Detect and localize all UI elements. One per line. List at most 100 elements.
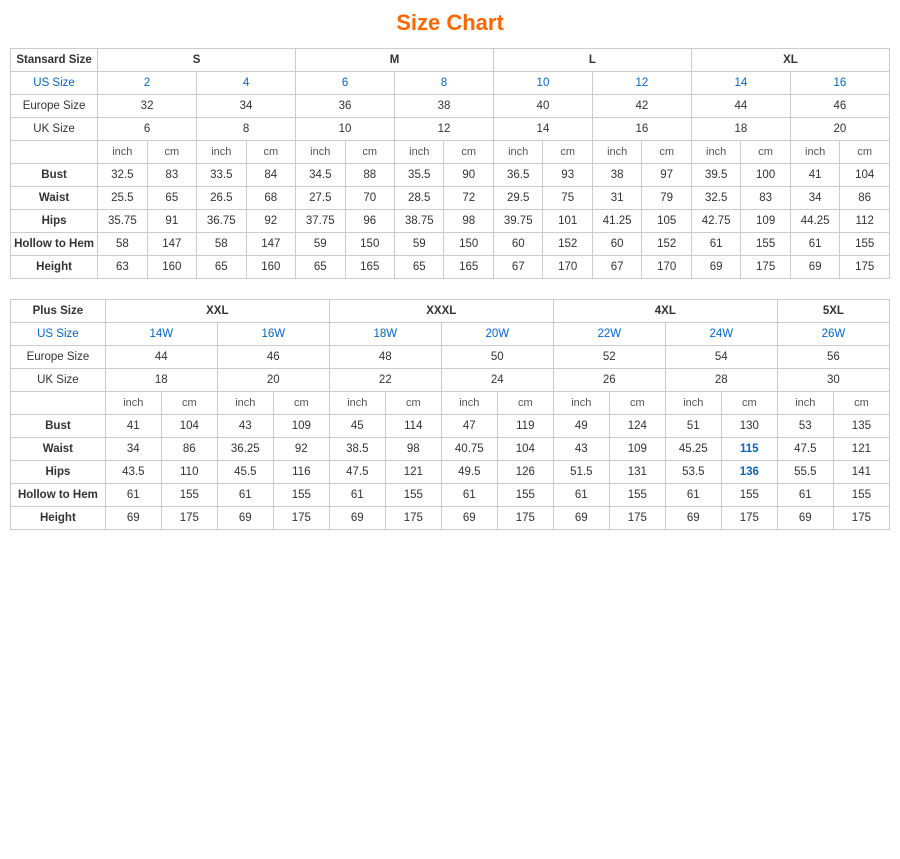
us-26w: 26W: [777, 323, 889, 346]
hollow-row-standard: Hollow to Hem 5814758147 5915059150 6015…: [11, 233, 890, 256]
plus-hips-row: Hips 43.511045.5116 47.512149.5126 51.51…: [11, 461, 890, 484]
unit-cm-7: cm: [741, 141, 790, 164]
standard-size-table: Stansard Size S M L XL US Size 2 4 6 8 1…: [10, 48, 890, 279]
plus-us-size-row: US Size 14W 16W 18W 20W 22W 24W 26W: [11, 323, 890, 346]
us-22w: 22W: [553, 323, 665, 346]
uk-14: 14: [493, 118, 592, 141]
unit-cm-8: cm: [840, 141, 890, 164]
standard-size-section: Stansard Size S M L XL US Size 2 4 6 8 1…: [10, 48, 890, 279]
plus-europe-size-row: Europe Size 44 46 48 50 52 54 56: [11, 346, 890, 369]
waist-row-standard: Waist 25.56526.568 27.57028.572 29.57531…: [11, 187, 890, 210]
unit-inch-6: inch: [592, 141, 641, 164]
plus-unit-empty: [11, 392, 106, 415]
group-s: S: [98, 49, 296, 72]
standard-size-label: Stansard Size: [11, 49, 98, 72]
plus-size-label: Plus Size: [11, 300, 106, 323]
us-14: 14: [691, 72, 790, 95]
group-xxl: XXL: [105, 300, 329, 323]
us-6: 6: [296, 72, 395, 95]
bust-v13: 39.5: [691, 164, 740, 187]
us-18w: 18W: [329, 323, 441, 346]
us-10: 10: [493, 72, 592, 95]
plus-waist-row: Waist 348636.2592 38.59840.75104 4310945…: [11, 438, 890, 461]
bust-v1: 32.5: [98, 164, 147, 187]
uk-10: 10: [296, 118, 395, 141]
eu-46: 46: [790, 95, 889, 118]
plus-uk-size-row: UK Size 18 20 22 24 26 28 30: [11, 369, 890, 392]
plus-header-row: Plus Size XXL XXXL 4XL 5XL: [11, 300, 890, 323]
plus-size-table: Plus Size XXL XXXL 4XL 5XL US Size 14W 1…: [10, 299, 890, 530]
group-5xl: 5XL: [777, 300, 889, 323]
uk-size-label: UK Size: [11, 118, 98, 141]
us-8: 8: [395, 72, 494, 95]
bust-v15: 41: [790, 164, 839, 187]
plus-europe-label: Europe Size: [11, 346, 106, 369]
unit-cm-2: cm: [246, 141, 295, 164]
unit-row-standard: inch cm inch cm inch cm inch cm inch cm …: [11, 141, 890, 164]
bust-v9: 36.5: [493, 164, 542, 187]
uk-6: 6: [98, 118, 197, 141]
group-4xl: 4XL: [553, 300, 777, 323]
bust-v14: 100: [741, 164, 790, 187]
unit-inch-4: inch: [395, 141, 444, 164]
bust-v11: 38: [592, 164, 641, 187]
bust-v12: 97: [642, 164, 691, 187]
page-title: Size Chart: [10, 10, 890, 36]
bust-v10: 93: [543, 164, 592, 187]
us-4: 4: [197, 72, 296, 95]
unit-cm-3: cm: [345, 141, 394, 164]
uk-16: 16: [592, 118, 691, 141]
plus-height-row: Height 6917569175 6917569175 6917569175 …: [11, 507, 890, 530]
us-size-row: US Size 2 4 6 8 10 12 14 16: [11, 72, 890, 95]
bust-v4: 84: [246, 164, 295, 187]
us-20w: 20W: [441, 323, 553, 346]
plus-hollow-label: Hollow to Hem: [11, 484, 106, 507]
plus-uk-label: UK Size: [11, 369, 106, 392]
height-row-standard: Height 6316065160 6516565165 6717067170 …: [11, 256, 890, 279]
plus-height-label: Height: [11, 507, 106, 530]
bust-v16: 104: [840, 164, 890, 187]
europe-size-label: Europe Size: [11, 95, 98, 118]
eu-42: 42: [592, 95, 691, 118]
plus-unit-row: inchcm inchcm inchcm inchcm inchcm inchc…: [11, 392, 890, 415]
unit-inch-7: inch: [691, 141, 740, 164]
us-2: 2: [98, 72, 197, 95]
unit-inch-1: inch: [98, 141, 147, 164]
eu-40: 40: [493, 95, 592, 118]
unit-inch-8: inch: [790, 141, 839, 164]
group-xxxl: XXXL: [329, 300, 553, 323]
uk-12: 12: [395, 118, 494, 141]
plus-hips-label: Hips: [11, 461, 106, 484]
hollow-label: Hollow to Hem: [11, 233, 98, 256]
waist-label: Waist: [11, 187, 98, 210]
plus-waist-label: Waist: [11, 438, 106, 461]
bust-v2: 83: [147, 164, 196, 187]
plus-hollow-row: Hollow to Hem 6115561155 6115561155 6115…: [11, 484, 890, 507]
plus-size-section: Plus Size XXL XXXL 4XL 5XL US Size 14W 1…: [10, 299, 890, 530]
us-12: 12: [592, 72, 691, 95]
us-14w: 14W: [105, 323, 217, 346]
unit-inch-3: inch: [296, 141, 345, 164]
unit-label-empty: [11, 141, 98, 164]
uk-8: 8: [197, 118, 296, 141]
plus-us-size-label: US Size: [11, 323, 106, 346]
unit-cm-6: cm: [642, 141, 691, 164]
eu-44: 44: [691, 95, 790, 118]
bust-v8: 90: [444, 164, 493, 187]
bust-v6: 88: [345, 164, 394, 187]
bust-v5: 34.5: [296, 164, 345, 187]
unit-cm-1: cm: [147, 141, 196, 164]
us-16w: 16W: [217, 323, 329, 346]
us-16: 16: [790, 72, 889, 95]
hips-label: Hips: [11, 210, 98, 233]
unit-cm-4: cm: [444, 141, 493, 164]
bust-label: Bust: [11, 164, 98, 187]
plus-bust-row: Bust 4110443109 4511447119 4912451130 53…: [11, 415, 890, 438]
bust-row-standard: Bust 32.5 83 33.5 84 34.5 88 35.5 90 36.…: [11, 164, 890, 187]
eu-36: 36: [296, 95, 395, 118]
plus-bust-label: Bust: [11, 415, 106, 438]
uk-20: 20: [790, 118, 889, 141]
bust-v7: 35.5: [395, 164, 444, 187]
uk-18: 18: [691, 118, 790, 141]
standard-header-row: Stansard Size S M L XL: [11, 49, 890, 72]
